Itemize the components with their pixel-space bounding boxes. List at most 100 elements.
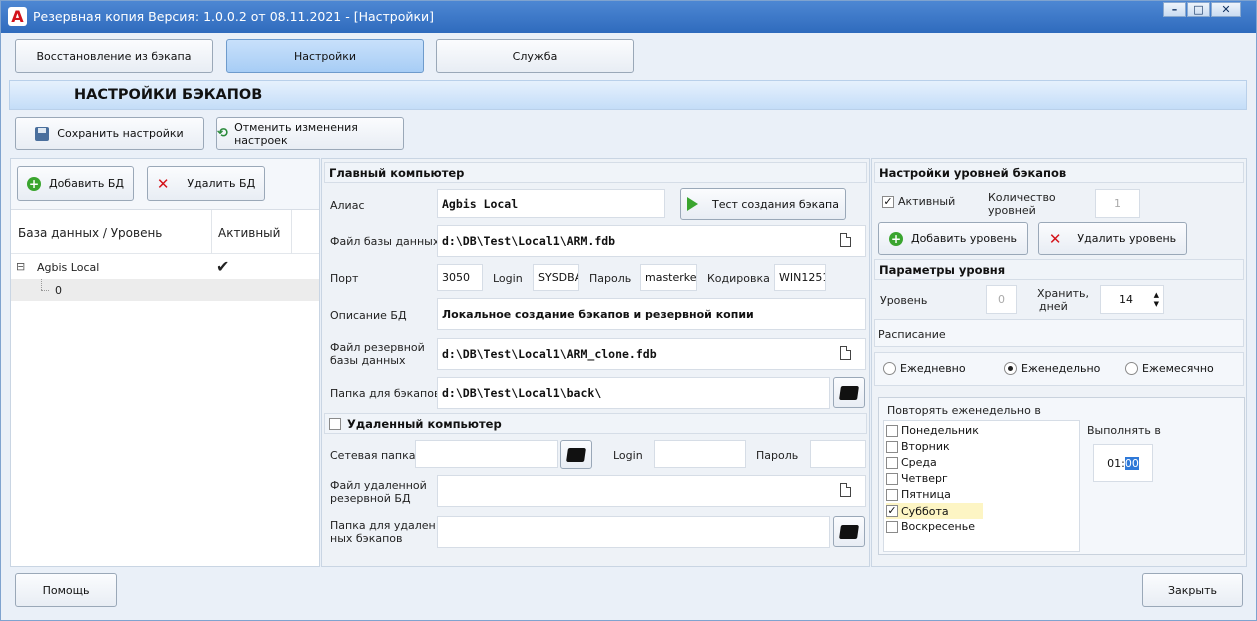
backup-folder-browse-button[interactable] — [833, 377, 865, 408]
weekday-monday[interactable]: Понедельник — [886, 424, 979, 437]
remote-password-label: Пароль — [756, 449, 799, 462]
red-x-icon: ✕ — [156, 174, 170, 193]
levels-header: Настройки уровней бэкапов — [874, 162, 1244, 183]
delete-db-button[interactable]: ✕ Удалить БД — [147, 166, 265, 201]
schedule-row: Расписание — [874, 319, 1244, 347]
weekday-sunday[interactable]: Воскресенье — [886, 520, 975, 533]
active-check-icon: ✔ — [216, 257, 230, 276]
level-input: 0 — [986, 285, 1017, 314]
schedule-options: Ежедневно Еженедельно Ежемесячно — [874, 352, 1244, 386]
password-input[interactable]: masterkey — [640, 264, 697, 291]
levels-count-input: 1 — [1095, 189, 1140, 218]
port-input[interactable]: 3050 — [437, 264, 483, 291]
level-params-header: Параметры уровня — [874, 259, 1244, 280]
levels-active-checkbox[interactable]: ✓ Активный — [882, 195, 955, 208]
radio-daily[interactable]: Ежедневно — [883, 362, 966, 375]
grid-header: База данных / Уровень Активный — [11, 210, 319, 254]
weekday-thursday[interactable]: Четверг — [886, 472, 948, 485]
main-computer-panel: Главный компьютер Алиас Agbis Local Тест… — [321, 158, 870, 567]
remote-file-input[interactable] — [437, 475, 866, 507]
add-db-label: Добавить БД — [48, 177, 124, 190]
encoding-input[interactable]: WIN1251 — [774, 264, 826, 291]
file-browse-icon[interactable] — [840, 233, 851, 247]
minimize-button[interactable]: – — [1163, 2, 1186, 17]
undo-icon: ⟲ — [217, 125, 228, 141]
radio-weekly[interactable]: Еженедельно — [1004, 362, 1100, 375]
radio-monthly-icon — [1125, 362, 1138, 375]
add-db-button[interactable]: + Добавить БД — [17, 166, 134, 201]
net-folder-input[interactable] — [415, 440, 558, 468]
page-title: НАСТРОЙКИ БЭКАПОВ — [74, 87, 263, 103]
levels-active-check-icon: ✓ — [882, 194, 894, 208]
alias-input[interactable]: Agbis Local — [437, 189, 665, 218]
save-settings-button[interactable]: Сохранить настройки — [15, 117, 204, 150]
remote-password-input[interactable] — [810, 440, 866, 468]
port-label: Порт — [330, 272, 359, 285]
play-icon — [686, 197, 698, 211]
app-window: A Резервная копия Версия: 1.0.0.2 от 08.… — [0, 0, 1257, 621]
cancel-changes-button[interactable]: ⟲ Отменить изменения настроек — [216, 117, 404, 150]
test-backup-label: Тест создания бэкапа — [711, 197, 839, 211]
weekday-friday[interactable]: Пятница — [886, 488, 951, 501]
remote-computer-header: Удаленный компьютер — [324, 413, 867, 434]
red-x-icon: ✕ — [1048, 229, 1062, 248]
file-browse-icon[interactable] — [840, 346, 851, 360]
delete-level-button[interactable]: ✕ Удалить уровень — [1038, 222, 1187, 255]
backup-file-input[interactable]: d:\DB\Test\Local1\ARM_clone.fdb — [437, 338, 866, 370]
add-level-button[interactable]: + Добавить уровень — [878, 222, 1028, 255]
run-at-time-input[interactable]: 01: 00 — [1093, 444, 1153, 482]
keep-days-stepper[interactable]: 14 ▲ ▼ — [1100, 285, 1164, 314]
weekday-list: Понедельник Вторник Среда Четверг Пятниц… — [883, 420, 1080, 552]
backup-file-value: d:\DB\Test\Local1\ARM_clone.fdb — [442, 347, 657, 361]
levels-panel: Настройки уровней бэкапов ✓ Активный Кол… — [871, 158, 1247, 567]
tab-restore[interactable]: Восстановление из бэкапа — [15, 39, 213, 73]
file-browse-icon[interactable] — [840, 483, 851, 497]
tab-service[interactable]: Служба — [436, 39, 634, 73]
db-file-input[interactable]: d:\DB\Test\Local1\ARM.fdb — [437, 225, 866, 257]
remote-login-input[interactable] — [654, 440, 746, 468]
remote-folder-input[interactable] — [437, 516, 830, 548]
plus-circle-icon: + — [888, 231, 903, 246]
login-input[interactable]: SYSDBA — [533, 264, 579, 291]
weekday-tuesday[interactable]: Вторник — [886, 440, 950, 453]
maximize-button[interactable]: □ — [1187, 2, 1210, 17]
schedule-label: Расписание — [878, 328, 946, 341]
password-label: Пароль — [589, 272, 632, 285]
stepper-arrows-icon[interactable]: ▲ ▼ — [1154, 291, 1159, 309]
delete-db-label: Удалить БД — [187, 177, 256, 190]
repeat-weekly-label: Повторять еженедельно в — [887, 404, 1041, 417]
plus-circle-icon: + — [26, 176, 41, 191]
tree-row-db[interactable]: ⊟ Agbis Local ✔ — [11, 257, 319, 279]
remote-folder-browse-button[interactable] — [833, 516, 865, 547]
db-panel: + Добавить БД ✕ Удалить БД База данных /… — [10, 158, 320, 567]
add-level-label: Добавить уровень — [910, 232, 1017, 245]
radio-daily-icon — [883, 362, 896, 375]
weekly-group: Повторять еженедельно в Понедельник Втор… — [878, 397, 1245, 555]
radio-monthly[interactable]: Ежемесячно — [1125, 362, 1214, 375]
description-input[interactable]: Локальное создание бэкапов и резервной к… — [437, 298, 866, 330]
login-label: Login — [493, 272, 523, 285]
net-folder-label: Сетевая папка — [330, 449, 416, 462]
close-window-button[interactable]: ✕ — [1211, 2, 1241, 17]
close-button[interactable]: Закрыть — [1142, 573, 1243, 607]
tab-settings[interactable]: Настройки — [226, 39, 424, 73]
tree-row-level[interactable]: 0 — [11, 279, 319, 301]
db-file-value: d:\DB\Test\Local1\ARM.fdb — [442, 234, 616, 248]
db-tree-grid: База данных / Уровень Активный ⊟ Agbis L… — [11, 209, 319, 566]
window-title: Резервная копия Версия: 1.0.0.2 от 08.11… — [33, 9, 435, 24]
column-header-db[interactable]: База данных / Уровень — [18, 226, 162, 240]
remote-computer-checkbox[interactable] — [329, 417, 341, 430]
title-bar[interactable]: A Резервная копия Версия: 1.0.0.2 от 08.… — [1, 1, 1256, 33]
help-button[interactable]: Помощь — [15, 573, 117, 607]
backup-folder-input[interactable]: d:\DB\Test\Local1\back\ — [437, 377, 830, 409]
encoding-label: Кодировка — [707, 272, 770, 285]
test-backup-button[interactable]: Тест создания бэкапа — [680, 188, 846, 220]
folder-icon — [566, 447, 586, 462]
run-at-label: Выполнять в — [1087, 424, 1161, 437]
tree-collapse-icon[interactable]: ⊟ — [16, 260, 25, 273]
column-header-active[interactable]: Активный — [218, 226, 280, 240]
net-folder-browse-button[interactable] — [560, 440, 592, 469]
delete-level-label: Удалить уровень — [1077, 232, 1177, 245]
weekday-wednesday[interactable]: Среда — [886, 456, 937, 469]
weekday-saturday[interactable]: ✓ Суббота — [886, 503, 983, 519]
